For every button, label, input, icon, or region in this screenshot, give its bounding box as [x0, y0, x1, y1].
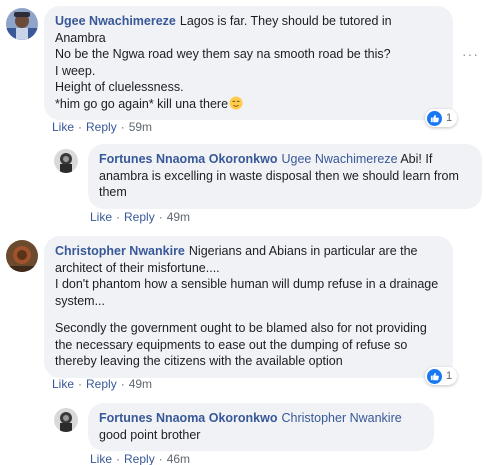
like-link[interactable]: Like [90, 210, 112, 224]
comment-actions: Like · Reply · 49m [90, 210, 190, 224]
reaction-summary[interactable]: 1 [425, 367, 458, 385]
timestamp[interactable]: 59m [129, 120, 152, 134]
comment-text-line: Height of cluelessness. [55, 80, 184, 94]
like-link[interactable]: Like [90, 452, 112, 465]
comment-paragraph: Secondly the government ought to be blam… [55, 321, 427, 368]
more-options-icon[interactable]: ··· [462, 46, 479, 62]
reply-link[interactable]: Reply [124, 210, 155, 224]
reaction-count: 1 [446, 370, 453, 382]
like-link[interactable]: Like [52, 377, 74, 391]
comment-text: good point brother [99, 427, 201, 442]
comment-bubble: Ugee Nwachimereze Lagos is far. They shou… [44, 6, 453, 120]
reply-link[interactable]: Reply [86, 377, 117, 391]
relieved-face-emoji [229, 95, 243, 110]
avatar[interactable] [6, 8, 38, 40]
comment-bubble: Christopher Nwankire Nigerians and Abians… [44, 236, 453, 378]
mention-link[interactable]: Christopher Nwankire [282, 411, 402, 425]
separator-dot: · [78, 377, 83, 391]
comment-text-line: No be the Ngwa road wey them say na smoo… [55, 47, 391, 61]
comment-text-line: I weep. [55, 63, 96, 78]
comment-author[interactable]: Fortunes Nnaoma Okoronkwo [99, 411, 278, 425]
reply-link[interactable]: Reply [86, 120, 117, 134]
reaction-count: 1 [446, 112, 453, 124]
timestamp[interactable]: 49m [167, 210, 190, 224]
comment-text-line: *him go go again* kill una there [55, 95, 442, 113]
reply-comment: Fortunes Nnaoma Okoronkwo Ugee Nwachimere… [54, 144, 482, 209]
avatar[interactable] [54, 408, 78, 432]
separator-dot: · [158, 210, 163, 224]
separator-dot: · [120, 120, 125, 134]
comment-paragraph: I don't phantom how a sensible human wil… [55, 277, 439, 308]
like-link[interactable]: Like [52, 120, 74, 134]
comment-author[interactable]: Ugee Nwachimereze [55, 14, 176, 28]
comment-bubble: Fortunes Nnaoma Okoronkwo Ugee Nwachimere… [88, 144, 482, 209]
separator-dot: · [78, 120, 83, 134]
separator-dot: · [120, 377, 125, 391]
timestamp[interactable]: 49m [129, 377, 152, 391]
comment-actions: Like · Reply · 46m [90, 452, 190, 465]
like-reaction-icon [427, 110, 442, 126]
comment-actions: Like · Reply · 59m [52, 120, 152, 134]
timestamp[interactable]: 46m [167, 452, 190, 465]
comment-actions: Like · Reply · 49m [52, 377, 152, 391]
comment: Ugee Nwachimereze Lagos is far. They shou… [6, 6, 453, 120]
avatar[interactable] [54, 149, 78, 173]
comment-bubble: Fortunes Nnaoma Okoronkwo Christopher Nwa… [88, 403, 434, 451]
separator-dot: · [158, 452, 163, 465]
separator-dot: · [116, 210, 121, 224]
like-reaction-icon [427, 368, 442, 384]
separator-dot: · [116, 452, 121, 465]
comment-author[interactable]: Christopher Nwankire [55, 244, 185, 258]
reaction-summary[interactable]: 1 [425, 109, 458, 127]
reply-link[interactable]: Reply [124, 452, 155, 465]
comment: Christopher Nwankire Nigerians and Abians… [6, 236, 453, 378]
comment-author[interactable]: Fortunes Nnaoma Okoronkwo [99, 152, 278, 166]
mention-link[interactable]: Ugee Nwachimereze [282, 152, 398, 166]
avatar[interactable] [6, 240, 38, 272]
reply-comment: Fortunes Nnaoma Okoronkwo Christopher Nwa… [54, 403, 434, 451]
